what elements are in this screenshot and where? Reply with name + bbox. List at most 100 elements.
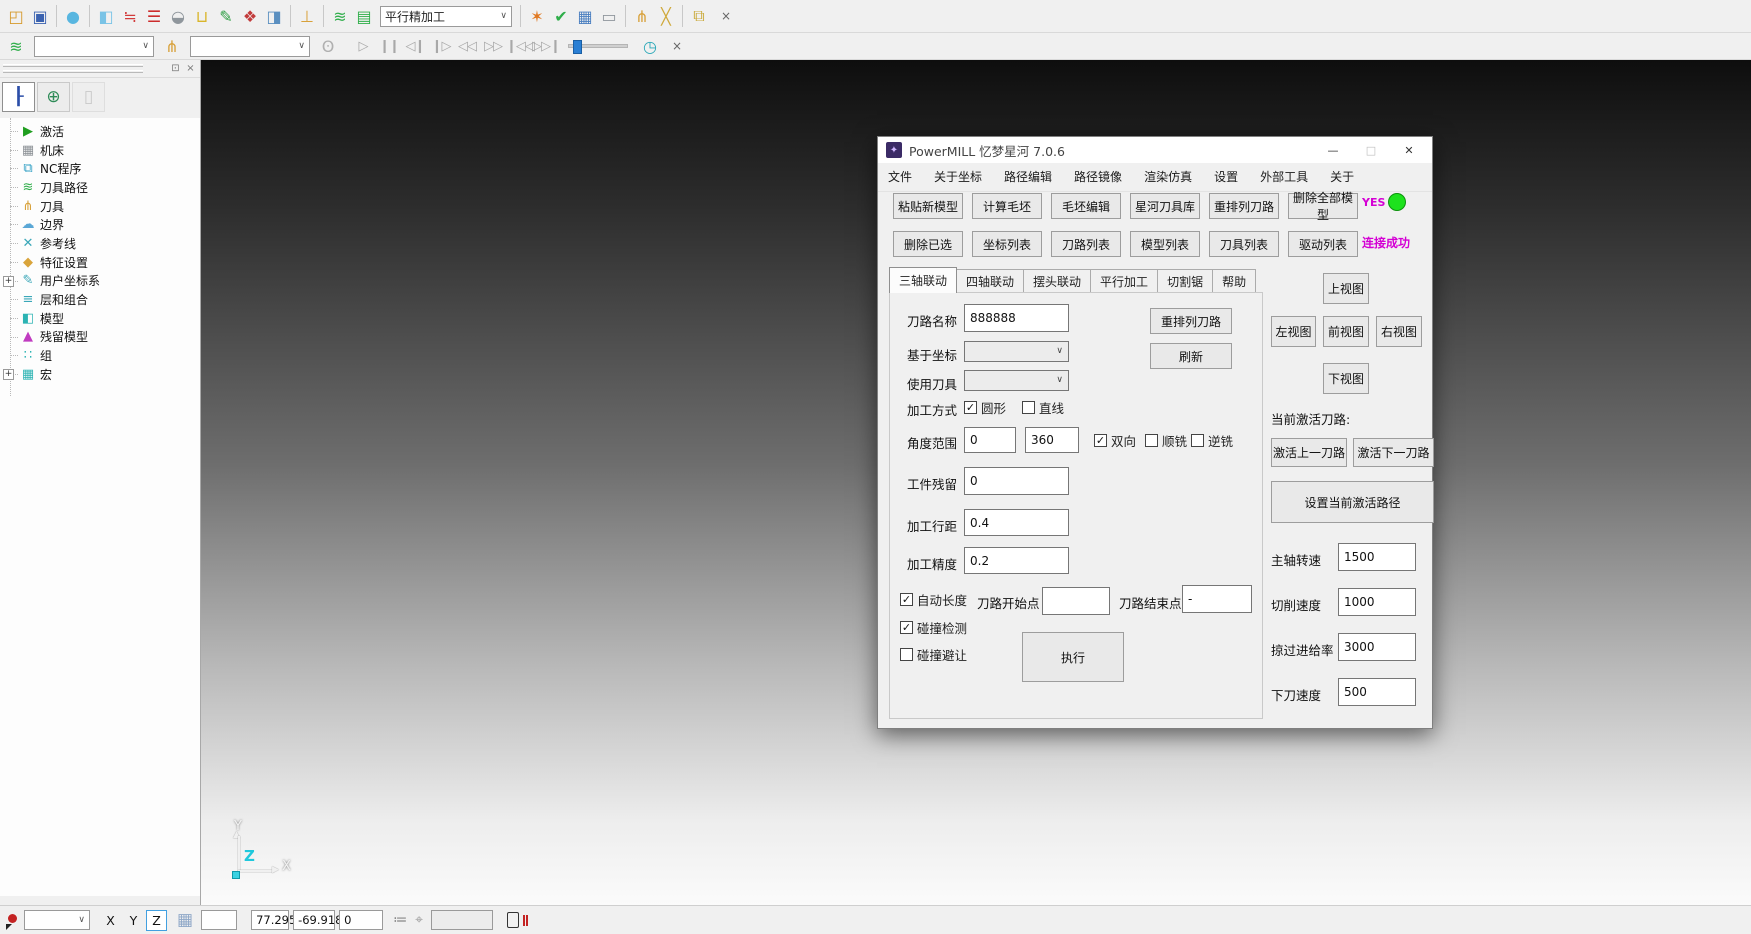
verify-icon[interactable]: ✔	[549, 4, 573, 28]
xyz-list-icon[interactable]: ≔	[393, 912, 407, 928]
angle-to-input[interactable]: 360	[1025, 427, 1079, 453]
slider-handle[interactable]	[573, 40, 582, 54]
tree-item[interactable]: + ✎ 用户坐标系	[0, 272, 200, 291]
ruler-icon[interactable]: ▭	[597, 4, 621, 28]
close-button[interactable]: ✕	[1390, 137, 1428, 163]
menu-item[interactable]: 关于坐标	[934, 168, 982, 185]
menu-item[interactable]: 路径编辑	[1004, 168, 1052, 185]
execute-button[interactable]: 执行	[1022, 632, 1124, 682]
explorer-tree-tab[interactable]: ┠	[2, 82, 35, 112]
rewind-icon[interactable]: ◁◁	[454, 39, 480, 54]
view-front-button[interactable]: 前视图	[1323, 316, 1369, 347]
checkbox[interactable]: ✓	[900, 621, 913, 634]
toolpath-strategy-icon[interactable]: ≋	[328, 4, 352, 28]
set-active-path-button[interactable]: 设置当前激活路径	[1271, 481, 1434, 523]
fast-forward-icon[interactable]: ▷▷	[480, 39, 506, 54]
probe-icon[interactable]: ⌖	[415, 912, 423, 928]
status-color-button[interactable]	[4, 910, 24, 930]
grip-handle[interactable]	[3, 64, 143, 67]
checkbox[interactable]	[1145, 434, 1158, 447]
coord-dropdown[interactable]: ∨	[964, 341, 1069, 362]
globe-tab[interactable]: ⊕	[37, 82, 70, 112]
toolpath-edit-icon[interactable]: ✎	[214, 4, 238, 28]
skip-end-icon[interactable]: ▷▷❙	[532, 39, 558, 54]
dialog-button[interactable]: 刀具列表	[1209, 231, 1279, 257]
database-icon[interactable]: ⧉	[687, 4, 711, 28]
tree-item[interactable]: + ▦ 宏	[0, 365, 200, 384]
toolbar-icon[interactable]	[516, 5, 525, 27]
tree-expander[interactable]: +	[3, 369, 14, 380]
view-left-button[interactable]: 左视图	[1271, 316, 1316, 347]
tool-block-icon[interactable]: ◨	[262, 4, 286, 28]
sim-tool-icon[interactable]: ⋔	[160, 34, 184, 58]
play-icon[interactable]: ▷	[350, 39, 376, 54]
plunge-feed-field[interactable]: 500	[1338, 678, 1416, 706]
collision-check-icon[interactable]: ✶	[525, 4, 549, 28]
tree-item[interactable]: ▶ 激活	[0, 122, 200, 141]
spindle-speed-field[interactable]: 1500	[1338, 543, 1416, 571]
tree-item[interactable]: ≋ 刀具路径	[0, 178, 200, 197]
strategy-list-icon[interactable]: ▤	[352, 4, 376, 28]
checkbox[interactable]: ✓	[964, 401, 977, 414]
tree-item[interactable]: ▲ 残留模型	[0, 328, 200, 347]
dialog-button[interactable]: 删除全部模型	[1288, 193, 1358, 219]
stock-input[interactable]: 0	[964, 467, 1069, 495]
collision-check-checkbox[interactable]: ✓ 碰撞检测	[900, 618, 967, 637]
leads-links-icon[interactable]: ⊔	[190, 4, 214, 28]
tool-dropdown[interactable]: ∨	[964, 370, 1069, 391]
dialog-tab[interactable]: 帮助	[1212, 269, 1256, 293]
tree-item[interactable]: ✕ 参考线	[0, 234, 200, 253]
checkbox[interactable]	[1191, 434, 1204, 447]
view-right-button[interactable]: 右视图	[1376, 316, 1422, 347]
dialog-button[interactable]: 删除已选	[893, 231, 963, 257]
toolbar-close-button[interactable]: ×	[717, 7, 735, 25]
dialog-tab[interactable]: 摆头联动	[1023, 269, 1091, 293]
viewmill-icon[interactable]: ≋	[4, 34, 28, 58]
axis-y-button[interactable]: Y	[123, 910, 144, 931]
dialog-button[interactable]: 粘贴新模型	[893, 193, 963, 219]
menu-item[interactable]: 关于	[1330, 168, 1354, 185]
tool-select-dropdown[interactable]: ∨	[190, 36, 310, 57]
dialog-button[interactable]: 驱动列表	[1288, 231, 1358, 257]
toolbar-icon[interactable]	[85, 5, 94, 27]
mode-circle-checkbox[interactable]: ✓ 圆形	[964, 398, 1006, 417]
dialog-button[interactable]: 坐标列表	[972, 231, 1042, 257]
tolerance-input[interactable]: 0.2	[964, 547, 1069, 574]
dialog-button[interactable]: 计算毛坯	[972, 193, 1042, 219]
toolbar-icon[interactable]	[286, 5, 295, 27]
strategy-dropdown[interactable]: 平行精加工 ∨	[380, 6, 512, 27]
sim-toolbar-close-button[interactable]: ×	[668, 37, 686, 55]
menu-item[interactable]: 外部工具	[1260, 168, 1308, 185]
stepover-input[interactable]: 0.4	[964, 509, 1069, 536]
tree-expander[interactable]: +	[3, 276, 14, 287]
bidirectional-checkbox[interactable]: ✓ 双向	[1094, 431, 1136, 450]
dialog-tab[interactable]: 四轴联动	[956, 269, 1024, 293]
end-point-input[interactable]: -	[1182, 585, 1252, 613]
checkbox[interactable]: ✓	[1094, 434, 1107, 447]
dialog-tab[interactable]: 切割锯	[1157, 269, 1213, 293]
cutting-feed-field[interactable]: 1000	[1338, 588, 1416, 616]
activate-prev-toolpath-button[interactable]: 激活上一刀路	[1271, 438, 1347, 467]
tree-item[interactable]: ⋔ 刀具	[0, 197, 200, 216]
dialog-titlebar[interactable]: ✦ PowerMILL 忆梦星河 7.0.6 — □ ✕	[878, 137, 1432, 163]
coordinate-x-field[interactable]: 77.2951	[251, 910, 289, 930]
tree-item[interactable]: ◆ 特征设置	[0, 253, 200, 272]
feedrate-icon[interactable]: ≒	[118, 4, 142, 28]
grid-icon[interactable]: ▦	[177, 910, 193, 930]
menu-item[interactable]: 路径镜像	[1074, 168, 1122, 185]
skip-start-icon[interactable]: ❙◁◁	[506, 39, 532, 54]
block-icon[interactable]: ◧	[94, 4, 118, 28]
status-dropdown[interactable]: ∨	[24, 910, 90, 930]
minimize-button[interactable]: —	[1314, 137, 1352, 163]
collision-avoid-checkbox[interactable]: 碰撞避让	[900, 645, 967, 664]
phone-status-icon[interactable]	[507, 912, 519, 928]
maximize-button[interactable]: □	[1352, 137, 1390, 163]
refresh-button[interactable]: 刷新	[1150, 343, 1232, 369]
tool-holder-icon[interactable]: ⊥	[295, 4, 319, 28]
transform-icon[interactable]: ╳	[654, 4, 678, 28]
checkbox[interactable]	[1022, 401, 1035, 414]
climb-mill-checkbox[interactable]: 顺铣	[1145, 431, 1187, 450]
tree-item[interactable]: ≡ 层和组合	[0, 290, 200, 309]
lightbulb-icon[interactable]: ʘ	[316, 34, 340, 58]
auto-length-checkbox[interactable]: ✓ 自动长度	[900, 590, 967, 609]
